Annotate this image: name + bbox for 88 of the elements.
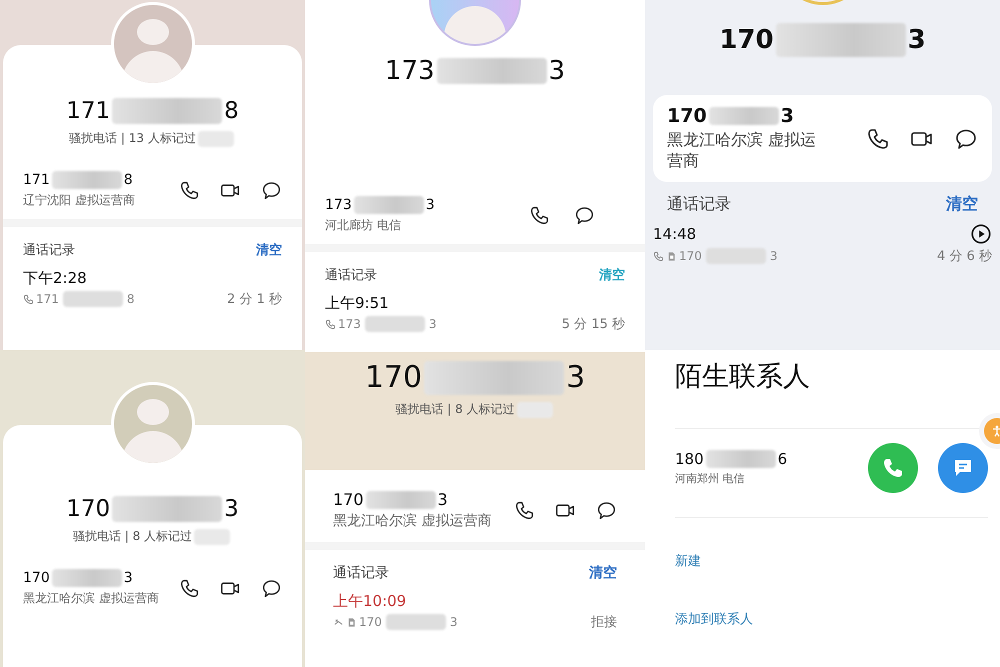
phone-icon[interactable]: [179, 578, 200, 598]
phone-number: 170: [364, 360, 422, 395]
redacted-area: [52, 569, 122, 587]
message-bubble-icon[interactable]: [261, 180, 282, 200]
call-time: 上午9:51: [325, 294, 389, 313]
phone-number: 170: [359, 615, 382, 629]
phone-number: 170: [66, 496, 110, 522]
call-time: 上午10:09: [333, 592, 406, 611]
spam-label: 骚扰电话 | 8 人标记过: [395, 401, 515, 418]
message-bubble-icon[interactable]: [574, 204, 595, 226]
phone-number: 171: [36, 292, 59, 306]
phone-number: 6: [778, 450, 788, 468]
phone-number: 170: [23, 570, 50, 586]
clear-link[interactable]: 清空: [599, 266, 625, 284]
phone-number: 170: [679, 249, 702, 263]
spam-label: 骚扰电话 | 13 人标记过: [69, 130, 196, 147]
phone-number: 8: [124, 172, 133, 188]
location-text: 河北廊坊 电信: [325, 217, 402, 234]
spam-label: 骚扰电话 | 8 人标记过: [72, 528, 192, 545]
location-text: 黑龙江哈尔滨 虚拟运营商: [23, 590, 159, 607]
sim-card-icon: [666, 250, 677, 262]
phone-icon: [23, 294, 34, 304]
redacted-area: [516, 402, 553, 418]
location-text: 河南郑州 电信: [675, 471, 746, 486]
phone-icon: [325, 318, 336, 330]
clear-link[interactable]: 清空: [946, 194, 978, 215]
redacted-area: [354, 196, 424, 214]
phone-number: 171: [23, 172, 50, 188]
phone-number: 3: [908, 25, 926, 55]
phone-number: 170: [333, 490, 364, 509]
menu-link[interactable]: 添加到联系人: [675, 610, 988, 628]
phone-number: 3: [566, 360, 586, 395]
phone-icon[interactable]: [529, 204, 550, 226]
call-time: 下午2:28: [23, 269, 87, 288]
phone-number: 173: [338, 317, 361, 331]
phone-number: 3: [428, 317, 437, 331]
call-duration: 4 分 6 秒: [937, 248, 992, 265]
location-text: 辽宁沈阳 虚拟运营商: [23, 192, 135, 209]
phone-number: 173: [325, 197, 352, 213]
missed-call-icon: [333, 616, 344, 628]
phone-number: 3: [438, 490, 448, 509]
redacted-area: [366, 490, 436, 508]
play-icon[interactable]: [970, 223, 992, 245]
redacted-area: [62, 291, 123, 307]
menu-link[interactable]: 新建: [675, 552, 988, 570]
location-text: 黑龙江哈尔滨 虚拟运营商: [667, 130, 817, 172]
call-log-card[interactable]: 14:48 170 3 4 分 6 秒: [653, 223, 992, 265]
call-time: 14:48: [653, 225, 696, 243]
contact-title: 陌生联系人: [675, 360, 811, 394]
call-status: 拒接: [591, 614, 617, 631]
section-title: 通话记录: [23, 242, 75, 259]
phone-icon: [881, 456, 905, 480]
phone-number: 3: [450, 615, 458, 629]
section-title: 通话记录: [667, 194, 731, 215]
phone-number: 171: [66, 98, 110, 124]
section-title: 通话记录: [333, 564, 389, 582]
message-bubble-icon[interactable]: [261, 578, 282, 598]
phone-icon: [653, 250, 664, 262]
phone-number: 3: [780, 105, 794, 127]
location-text: 黑龙江哈尔滨 虚拟运营商: [333, 512, 492, 530]
phone-icon[interactable]: [179, 180, 200, 200]
phone-number: 3: [224, 496, 239, 522]
redacted-area: [708, 107, 779, 125]
redacted-area: [706, 450, 776, 468]
section-title: 通话记录: [325, 267, 377, 284]
phone-number: 173: [384, 56, 435, 86]
message-bubble-icon[interactable]: [954, 126, 978, 150]
call-duration: 5 分 15 秒: [562, 316, 625, 333]
redacted-area: [364, 316, 425, 332]
phone-number: 3: [124, 570, 133, 586]
clear-link[interactable]: 清空: [589, 564, 617, 582]
redacted-area: [52, 171, 122, 189]
phone-number: 170: [667, 105, 707, 127]
message-button[interactable]: [938, 443, 988, 493]
phone-icon[interactable]: [514, 500, 535, 520]
call-duration: 2 分 1 秒: [227, 291, 282, 308]
sim-card-icon: [346, 616, 357, 628]
phone-number: 3: [770, 249, 778, 263]
phone-number: 170: [719, 25, 774, 55]
phone-icon[interactable]: [866, 126, 890, 150]
message-bubble-icon[interactable]: [596, 500, 617, 520]
clear-link[interactable]: 清空: [256, 241, 282, 259]
phone-number: 8: [224, 98, 239, 124]
phone-number: 180: [675, 450, 704, 468]
redacted-area: [386, 614, 446, 630]
phone-number: 8: [126, 292, 135, 306]
phone-number: 3: [548, 56, 566, 86]
phone-number: 3: [426, 197, 435, 213]
